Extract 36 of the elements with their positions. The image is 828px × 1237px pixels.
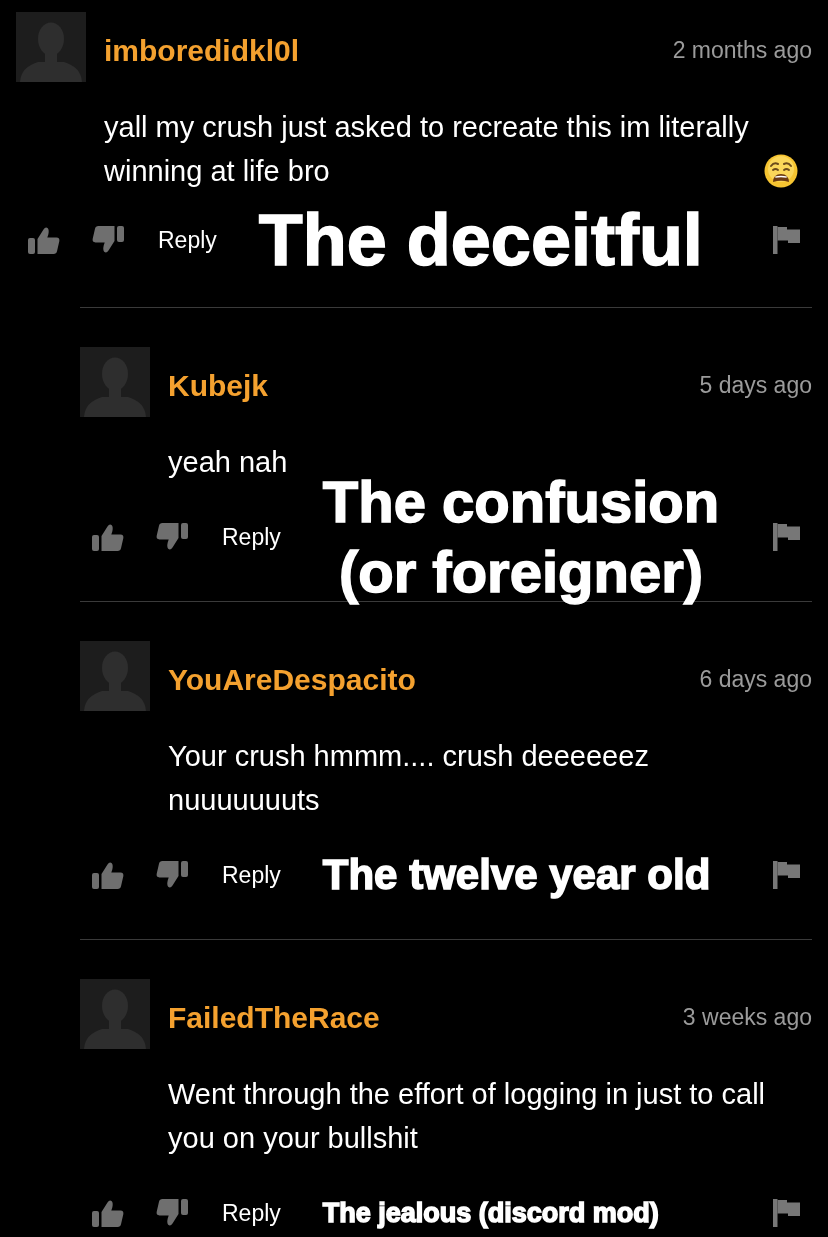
meme-caption: The jealous (discord mod): [322, 1196, 659, 1230]
meme-caption: The deceitful: [258, 198, 703, 282]
thumbs-down-icon[interactable]: [92, 226, 124, 254]
username[interactable]: FailedTheRace: [168, 994, 380, 1040]
thumbs-up-icon[interactable]: [92, 1199, 124, 1227]
avatar-silhouette-icon: [80, 641, 150, 711]
comment-time: 6 days ago: [699, 664, 812, 694]
avatar-silhouette-icon: [80, 979, 150, 1049]
flag-icon[interactable]: [773, 1199, 800, 1227]
comment-text: Your crush hmmm.... crush deeeeeez nuuuuuuuts: [168, 739, 650, 818]
reply-button[interactable]: Reply: [222, 863, 281, 887]
thumbs-down-icon[interactable]: [156, 861, 188, 889]
flag-icon[interactable]: [773, 226, 800, 254]
avatar-silhouette-icon: [16, 12, 86, 82]
thumbs-up-icon[interactable]: [92, 523, 124, 551]
thumbs-up-icon[interactable]: [28, 226, 60, 254]
thumbs-down-icon[interactable]: [156, 523, 188, 551]
avatar-silhouette-icon: [80, 347, 150, 417]
username[interactable]: Kubejk: [168, 362, 269, 408]
username[interactable]: imboredidkl0l: [104, 27, 300, 73]
username[interactable]: YouAreDespacito: [168, 656, 416, 702]
reply-button[interactable]: Reply: [158, 228, 217, 252]
meme-caption: The twelve year old: [322, 849, 711, 900]
flag-icon[interactable]: [773, 523, 800, 551]
comment-text: Went through the effort of logging in just to call you on your bullshit: [168, 1077, 767, 1156]
thumbs-up-icon[interactable]: [92, 861, 124, 889]
comment-text: yall my crush just asked to recreate this im literally winning at life bro: [104, 110, 750, 189]
meme-caption: The confusion (or foreigner): [322, 468, 720, 606]
comment-time: 2 months ago: [672, 35, 812, 65]
reply-button[interactable]: Reply: [222, 525, 281, 549]
comment-text: yeah nah: [168, 445, 288, 480]
thumbs-down-icon[interactable]: [156, 1199, 188, 1227]
reply-button[interactable]: Reply: [222, 1201, 281, 1225]
flag-icon[interactable]: [773, 861, 800, 889]
comment-time: 5 days ago: [699, 370, 812, 400]
comment-time: 3 weeks ago: [682, 1002, 812, 1032]
